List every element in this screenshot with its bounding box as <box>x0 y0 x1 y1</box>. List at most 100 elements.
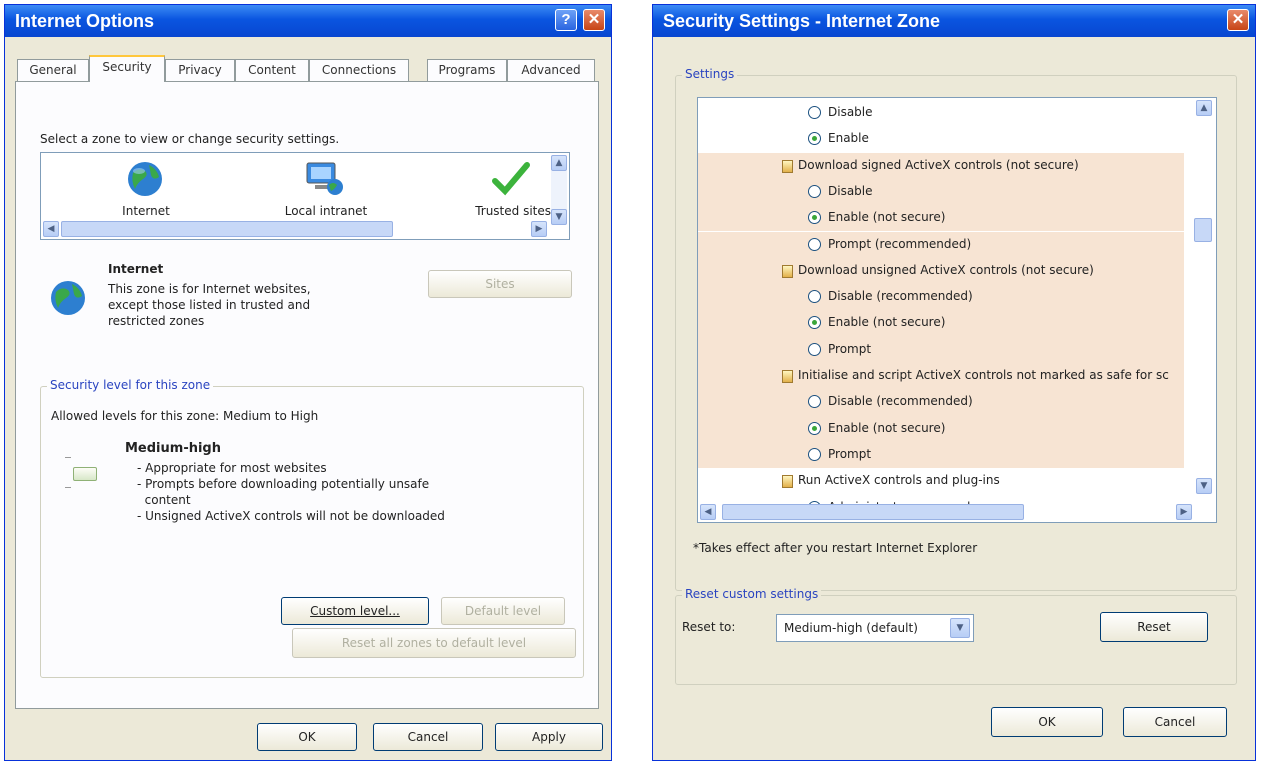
tab-connections[interactable]: Connections <box>309 59 409 81</box>
reset-level-select-value: Medium-high (default) <box>784 621 918 635</box>
setting-category-label: Run ActiveX controls and plug-ins <box>798 473 1000 488</box>
setting-category-label: Initialise and script ActiveX controls n… <box>798 368 1169 382</box>
setting-option[interactable]: Disable <box>698 178 1184 206</box>
zone-description-line: This zone is for Internet websites, <box>108 282 311 296</box>
radio-button[interactable] <box>808 211 821 225</box>
sites-button[interactable]: Sites <box>428 270 572 298</box>
checkmark-icon <box>492 162 530 196</box>
tab-content[interactable]: Content <box>235 59 309 81</box>
zone-trusted-sites[interactable]: Trusted sites <box>441 159 551 219</box>
scroll-up-button[interactable]: ▲ <box>551 155 567 171</box>
zone-list: Internet Local intranet Trusted sites ▲ … <box>40 152 570 240</box>
setting-option[interactable]: Disable (recommended) <box>698 389 1184 416</box>
tab-label: Advanced <box>521 63 581 77</box>
allowed-levels: Allowed levels for this zone: Medium to … <box>51 409 319 423</box>
ok-button[interactable]: OK <box>991 707 1103 737</box>
level-point: - Appropriate for most websites <box>137 461 327 475</box>
tab-label: Security <box>102 60 152 74</box>
security-level-slider[interactable] <box>61 447 111 507</box>
scroll-up-button[interactable]: ▲ <box>1196 100 1212 116</box>
restart-footnote: *Takes effect after you restart Internet… <box>693 541 978 555</box>
tab-label: Connections <box>321 63 397 77</box>
horizontal-scrollbar-thumb[interactable] <box>61 221 393 237</box>
cancel-button[interactable]: Cancel <box>373 723 483 751</box>
setting-option-label: Enable <box>828 131 869 146</box>
setting-option-label: Prompt <box>828 341 872 356</box>
scroll-left-button[interactable]: ◀ <box>700 504 716 520</box>
setting-category[interactable]: Download unsigned ActiveX controls (not … <box>698 257 1184 285</box>
tab-label: Privacy <box>178 63 222 77</box>
radio-button[interactable] <box>808 106 821 119</box>
radio-button[interactable] <box>808 447 821 461</box>
zone-prompt: Select a zone to view or change security… <box>40 132 340 146</box>
help-button[interactable]: ? <box>555 9 577 31</box>
close-button[interactable]: ✕ <box>1227 9 1249 31</box>
horizontal-scrollbar-thumb[interactable] <box>722 504 1024 520</box>
setting-option-label: Prompt (recommended) <box>828 236 972 251</box>
level-point: content <box>137 493 191 507</box>
tab-privacy[interactable]: Privacy <box>165 59 235 81</box>
setting-icon <box>782 475 793 489</box>
vertical-scrollbar-track[interactable] <box>551 171 567 211</box>
setting-category[interactable]: Download signed ActiveX controls (not se… <box>698 152 1184 179</box>
radio-button[interactable] <box>808 184 821 198</box>
setting-option[interactable]: Enable (not secure) <box>698 205 1184 232</box>
tab-general[interactable]: General <box>17 59 89 81</box>
zone-internet[interactable]: Internet <box>101 159 191 219</box>
tab-label: Programs <box>438 63 496 77</box>
scroll-left-button[interactable]: ◀ <box>43 221 59 237</box>
setting-option[interactable]: Enable (not secure) <box>698 310 1184 337</box>
radio-button[interactable] <box>808 395 821 409</box>
setting-category[interactable]: Initialise and script ActiveX controls n… <box>698 363 1184 390</box>
cancel-button[interactable]: Cancel <box>1123 707 1227 737</box>
zone-description-line: except those listed in trusted and <box>108 298 311 312</box>
radio-button[interactable] <box>808 132 821 146</box>
apply-button[interactable]: Apply <box>495 723 603 751</box>
radio-button[interactable] <box>808 290 821 304</box>
security-settings-window: Security Settings - Internet Zone ✕ Sett… <box>652 4 1256 761</box>
tab-programs[interactable]: Programs <box>427 59 507 81</box>
internet-options-window: Internet Options ? ✕ General Security Pr… <box>4 4 612 761</box>
tab-advanced[interactable]: Advanced <box>507 59 595 81</box>
setting-option[interactable]: Enable (not secure) <box>698 415 1184 442</box>
radio-button[interactable] <box>808 237 821 251</box>
button-label: Reset <box>1137 620 1171 634</box>
zone-local-intranet[interactable]: Local intranet <box>271 159 381 219</box>
setting-option[interactable]: Disable <box>698 100 1184 126</box>
setting-option[interactable]: Prompt (recommended) <box>698 231 1184 258</box>
title-bar: Security Settings - Internet Zone ✕ <box>653 5 1255 37</box>
settings-rows: Disable Enable Download signed ActiveX con… <box>698 98 1184 522</box>
radio-button[interactable] <box>808 316 821 330</box>
setting-option[interactable]: Prompt <box>698 441 1184 469</box>
close-icon: ✕ <box>587 11 601 28</box>
default-level-button[interactable]: Default level <box>441 597 565 625</box>
scroll-right-button[interactable]: ▶ <box>1176 504 1192 520</box>
slider-thumb[interactable] <box>73 467 97 481</box>
setting-option[interactable]: Disable (recommended) <box>698 284 1184 311</box>
close-button[interactable]: ✕ <box>583 9 605 31</box>
setting-option-label: Enable (not secure) <box>828 210 946 225</box>
reset-button[interactable]: Reset <box>1100 612 1208 642</box>
level-point: - Unsigned ActiveX controls will not be … <box>137 509 445 523</box>
slider-tick <box>65 457 71 458</box>
radio-button[interactable] <box>808 421 821 435</box>
group-label: Settings <box>682 67 738 81</box>
ok-button[interactable]: OK <box>257 723 357 751</box>
tab-security[interactable]: Security <box>89 55 165 82</box>
scroll-right-button[interactable]: ▶ <box>531 221 547 237</box>
custom-level-button[interactable]: Custom level... <box>281 597 429 625</box>
reset-all-zones-button[interactable]: Reset all zones to default level <box>292 628 576 658</box>
setting-icon <box>782 264 793 278</box>
chevron-down-icon[interactable]: ▼ <box>950 618 970 638</box>
setting-category[interactable]: Run ActiveX controls and plug-ins <box>698 468 1184 494</box>
setting-option-label: Disable <box>828 183 873 198</box>
vertical-scrollbar-thumb[interactable] <box>1194 218 1212 242</box>
button-label: Reset all zones to default level <box>341 636 527 650</box>
scroll-down-button[interactable]: ▼ <box>551 209 567 225</box>
radio-button[interactable] <box>808 342 821 356</box>
scroll-down-button[interactable]: ▼ <box>1196 478 1212 494</box>
globe-icon <box>128 162 162 196</box>
setting-option[interactable]: Enable <box>698 126 1184 152</box>
zone-title: Internet <box>108 262 164 276</box>
setting-option[interactable]: Prompt <box>698 336 1184 363</box>
